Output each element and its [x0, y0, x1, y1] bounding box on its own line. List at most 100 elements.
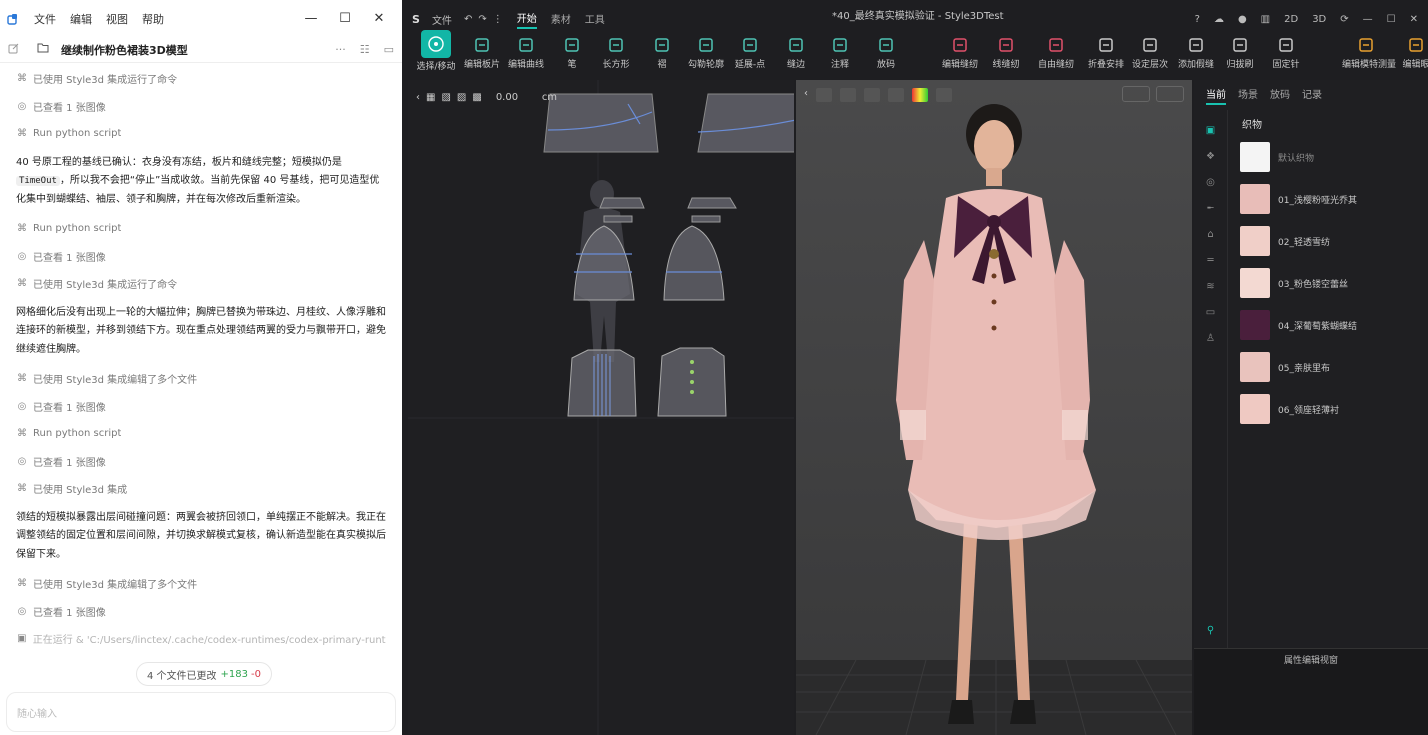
maximize-button[interactable]: ☐ — [328, 11, 362, 26]
tool-activity-line[interactable]: ◎ 已查看 1 张图像 — [16, 598, 386, 626]
garment-display-icon[interactable] — [840, 88, 856, 102]
avatar-display-icon[interactable] — [816, 88, 832, 102]
tape-category-icon[interactable]: ▭ — [1204, 308, 1218, 318]
more-icon[interactable]: ··· — [335, 43, 346, 56]
list-icon[interactable]: ☷ — [360, 43, 370, 56]
tool-activity-line[interactable]: ◎ 已查看 1 张图像 — [16, 93, 386, 121]
tool-20[interactable]: 编辑眼 — [1392, 30, 1428, 70]
topstitch-category-icon[interactable]: ═ — [1204, 256, 1218, 266]
brush-tool-icon[interactable]: ▨ — [457, 92, 466, 103]
fabric-item[interactable]: 05_亲肤里布 — [1240, 346, 1420, 388]
refresh-icon[interactable]: ⟳ — [1340, 14, 1348, 25]
avatar-category-icon[interactable]: ♙ — [1204, 334, 1218, 344]
fabric-category-icon[interactable]: ▣ — [1204, 126, 1218, 136]
tab-scene[interactable]: 场景 — [1238, 86, 1258, 105]
tool-16[interactable]: 添加假缝 — [1172, 30, 1220, 70]
fabric-display-icon[interactable] — [864, 88, 880, 102]
fabric-item[interactable]: 04_深葡萄紫蝴蝶结 — [1240, 304, 1420, 346]
chat-input[interactable]: 随心输入 — [6, 692, 396, 732]
close-button[interactable]: ✕ — [362, 11, 396, 26]
mesh-display-icon[interactable] — [888, 88, 904, 102]
app-menu-file[interactable]: 文件 — [432, 12, 452, 27]
tab-history[interactable]: 记录 — [1302, 86, 1322, 105]
tool-18[interactable]: 固定针 — [1262, 30, 1310, 70]
changes-summary[interactable]: 4 个文件已更改 +183 -0 — [136, 662, 272, 686]
tool-11[interactable]: 编辑缝纫 — [936, 30, 984, 70]
minimize-button[interactable]: — — [294, 11, 328, 26]
tool-0[interactable]: 选择/移动 — [412, 30, 460, 72]
trim-category-icon[interactable]: ⌂ — [1204, 230, 1218, 240]
tool-7[interactable]: 延展-点 — [726, 30, 774, 70]
tool-19[interactable]: 编辑模特测量 — [1342, 30, 1396, 70]
puckering-category-icon[interactable]: ≋ — [1204, 282, 1218, 292]
offset-value-input[interactable]: 0.00 — [496, 92, 536, 103]
tab-grading[interactable]: 放码 — [1270, 86, 1290, 105]
tab-materials[interactable]: 素材 — [551, 11, 571, 28]
tool-8[interactable]: 缝边 — [772, 30, 820, 70]
buttonhole-category-icon[interactable]: ◎ — [1204, 178, 1218, 188]
zipper-category-icon[interactable]: ╾ — [1204, 204, 1218, 214]
cloud-upload-icon[interactable]: ☁ — [1214, 14, 1224, 25]
app-minimize-button[interactable]: — — [1363, 14, 1373, 25]
transform-tool-icon[interactable]: ▩ — [472, 92, 481, 103]
menu-help[interactable]: 帮助 — [142, 11, 164, 27]
fabric-item[interactable]: 02_轻透雪纺 — [1240, 220, 1420, 262]
panel-icon[interactable]: ▭ — [384, 43, 394, 56]
tool-5[interactable]: 褶 — [638, 30, 686, 70]
fabric-item[interactable]: 01_浅樱粉哑光乔其 — [1240, 178, 1420, 220]
tab-tools[interactable]: 工具 — [585, 11, 605, 28]
app-maximize-button[interactable]: ☐ — [1387, 14, 1396, 25]
tool-activity-line[interactable]: ⌘ 已使用 Style3d 集成编辑了多个文件 — [16, 570, 386, 598]
button-category-icon[interactable]: ❖ — [1204, 152, 1218, 162]
pattern-2d-window[interactable]: ‹ ▦ ▧ ▨ ▩ 0.00 cm — [408, 80, 794, 735]
tool-3[interactable]: 笔 — [548, 30, 596, 70]
tool-1[interactable]: 编辑板片 — [458, 30, 506, 70]
more-vertical-icon[interactable]: ⋮ — [493, 14, 503, 25]
menu-file[interactable]: 文件 — [34, 11, 56, 27]
garment-3d-window[interactable]: ‹ — [796, 80, 1192, 735]
avatar-3d-canvas[interactable] — [796, 80, 1192, 735]
stress-map-icon[interactable] — [912, 88, 928, 102]
new-chat-icon[interactable] — [8, 43, 19, 57]
tool-activity-line[interactable]: ◎ 已查看 1 张图像 — [16, 448, 386, 476]
tool-14[interactable]: 折叠安排 — [1082, 30, 1130, 70]
tool-10[interactable]: 放码 — [862, 30, 910, 70]
simulate-button[interactable] — [1122, 86, 1150, 102]
tool-13[interactable]: 自由缝纫 — [1032, 30, 1080, 70]
tool-15[interactable]: 设定层次 — [1126, 30, 1174, 70]
tool-activity-line[interactable]: ⌘ 已使用 Style3d 集成编辑了多个文件 — [16, 365, 386, 393]
move-tool-icon[interactable]: ▧ — [441, 92, 450, 103]
running-command-line[interactable]: ▣ 正在运行 & 'C:/Users/linctex/.cache/codex-r… — [16, 625, 386, 653]
tool-6[interactable]: 勾勒轮廓 — [682, 30, 730, 70]
undo-icon[interactable]: ↶ — [464, 14, 472, 25]
tool-activity-line[interactable]: ⌘ 已使用 Style3d 集成运行了命令 — [16, 270, 386, 298]
view-2d-button[interactable]: 2D — [1284, 14, 1298, 25]
fabric-item[interactable]: 06_领座轻薄衬 — [1240, 388, 1420, 430]
tool-4[interactable]: 长方形 — [592, 30, 640, 70]
view-3d-button[interactable]: 3D — [1312, 14, 1326, 25]
tab-current[interactable]: 当前 — [1206, 86, 1226, 105]
tool-activity-line[interactable]: ⌘ 已使用 Style3d 集成运行了命令 — [16, 65, 386, 93]
tool-activity-line[interactable]: ⌘ Run python script — [16, 420, 386, 448]
fabric-item[interactable]: 03_粉色镂空蕾丝 — [1240, 262, 1420, 304]
tool-activity-line[interactable]: ⌘ Run python script — [16, 120, 386, 148]
help-icon[interactable]: ? — [1195, 14, 1200, 25]
record-icon[interactable]: ● — [1238, 14, 1247, 25]
tool-activity-line[interactable]: ◎ 已查看 1 张图像 — [16, 243, 386, 271]
tool-2[interactable]: 编辑曲线 — [502, 30, 550, 70]
menu-view[interactable]: 视图 — [106, 11, 128, 27]
hierarchy-icon[interactable]: ⚲ — [1204, 626, 1218, 636]
tool-9[interactable]: 注释 — [816, 30, 864, 70]
pattern-canvas[interactable] — [408, 80, 794, 735]
menu-edit[interactable]: 编辑 — [70, 11, 92, 27]
select-tool-icon[interactable]: ▦ — [426, 92, 435, 103]
tool-17[interactable]: 归拔刷 — [1216, 30, 1264, 70]
tool-activity-line[interactable]: ◎ 已查看 1 张图像 — [16, 393, 386, 421]
collapse-3d-icon[interactable]: ‹ — [804, 88, 808, 102]
tool-activity-line[interactable]: ⌘ 已使用 Style3d 集成 — [16, 475, 386, 503]
tool-12[interactable]: 线缝纫 — [982, 30, 1030, 70]
collapse-icon[interactable]: ‹ — [416, 92, 420, 103]
camera-icon[interactable] — [936, 88, 952, 102]
tool-activity-line[interactable]: ⌘ Run python script — [16, 215, 386, 243]
fabric-item[interactable]: 默认织物 — [1240, 136, 1420, 178]
